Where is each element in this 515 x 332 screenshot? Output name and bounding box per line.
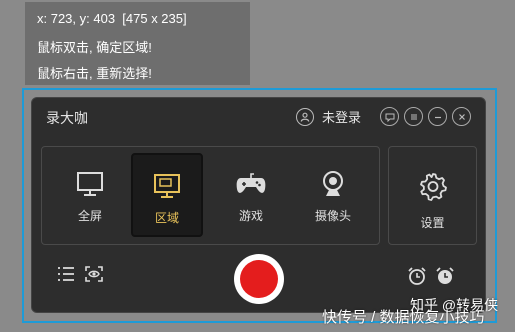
mode-label: 全屏 xyxy=(77,209,102,223)
record-button[interactable] xyxy=(234,254,284,304)
bottom-right-tools xyxy=(407,266,455,291)
capture-info-panel: x: 723, y: 403 [475 x 235] 鼠标双击, 确定区域! 鼠… xyxy=(25,2,250,85)
app-title: 录大咖 xyxy=(46,110,88,126)
settings-button[interactable]: 设置 xyxy=(388,146,477,245)
mode-label: 摄像头 xyxy=(314,209,351,223)
chat-icon[interactable] xyxy=(380,107,399,126)
login-button[interactable]: 未登录 xyxy=(296,107,361,126)
capture-hint-confirm: 鼠标双击, 确定区域! xyxy=(37,40,152,55)
user-icon xyxy=(296,107,314,126)
close-icon[interactable] xyxy=(452,107,471,126)
bottom-left-tools xyxy=(57,266,103,287)
menu-icon[interactable] xyxy=(404,107,423,126)
capture-hint-reselect: 鼠标右击, 重新选择! xyxy=(37,66,152,81)
settings-label: 设置 xyxy=(420,216,445,230)
record-dot xyxy=(240,260,278,298)
mode-region[interactable]: 区域 xyxy=(131,153,203,237)
webcam-icon xyxy=(319,169,347,199)
mode-webcam[interactable]: 摄像头 xyxy=(297,153,369,237)
mode-panel: 全屏 区域 游戏 摄像头 xyxy=(41,146,380,245)
login-label: 未登录 xyxy=(322,110,362,125)
monitor-icon xyxy=(76,169,104,199)
timer-icon[interactable] xyxy=(407,266,427,291)
mode-game[interactable]: 游戏 xyxy=(215,153,287,237)
gear-icon xyxy=(418,171,448,206)
recorder-window: 录大咖 未登录 全屏 区域 游戏 摄像头 设置 xyxy=(31,97,486,313)
minimize-icon[interactable] xyxy=(428,107,447,126)
region-icon xyxy=(153,171,181,201)
mode-label: 区域 xyxy=(154,211,179,225)
mode-fullscreen[interactable]: 全屏 xyxy=(54,153,126,237)
alarm-icon[interactable] xyxy=(435,266,455,291)
list-icon[interactable] xyxy=(57,266,75,287)
mode-label: 游戏 xyxy=(238,209,263,223)
watermark-source: 快传号 / 数据恢复小技巧 xyxy=(322,309,485,326)
preview-icon[interactable] xyxy=(85,266,103,287)
capture-coords: x: 723, y: 403 [475 x 235] xyxy=(37,11,187,26)
gamepad-icon xyxy=(235,169,267,199)
window-controls xyxy=(380,107,471,126)
